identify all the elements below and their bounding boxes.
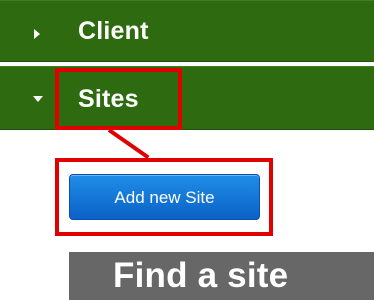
find-site-panel: Find a site bbox=[69, 252, 374, 300]
find-site-title: Find a site bbox=[113, 256, 289, 295]
chevron-down-icon bbox=[33, 96, 43, 102]
chevron-right-icon bbox=[34, 29, 40, 39]
nav-item-label: Client bbox=[78, 17, 149, 45]
add-new-site-button[interactable]: Add new Site bbox=[69, 174, 260, 220]
highlight-connector-line bbox=[107, 128, 150, 160]
sites-highlight-box bbox=[55, 68, 182, 130]
nav-item-client[interactable]: Client bbox=[0, 0, 374, 62]
